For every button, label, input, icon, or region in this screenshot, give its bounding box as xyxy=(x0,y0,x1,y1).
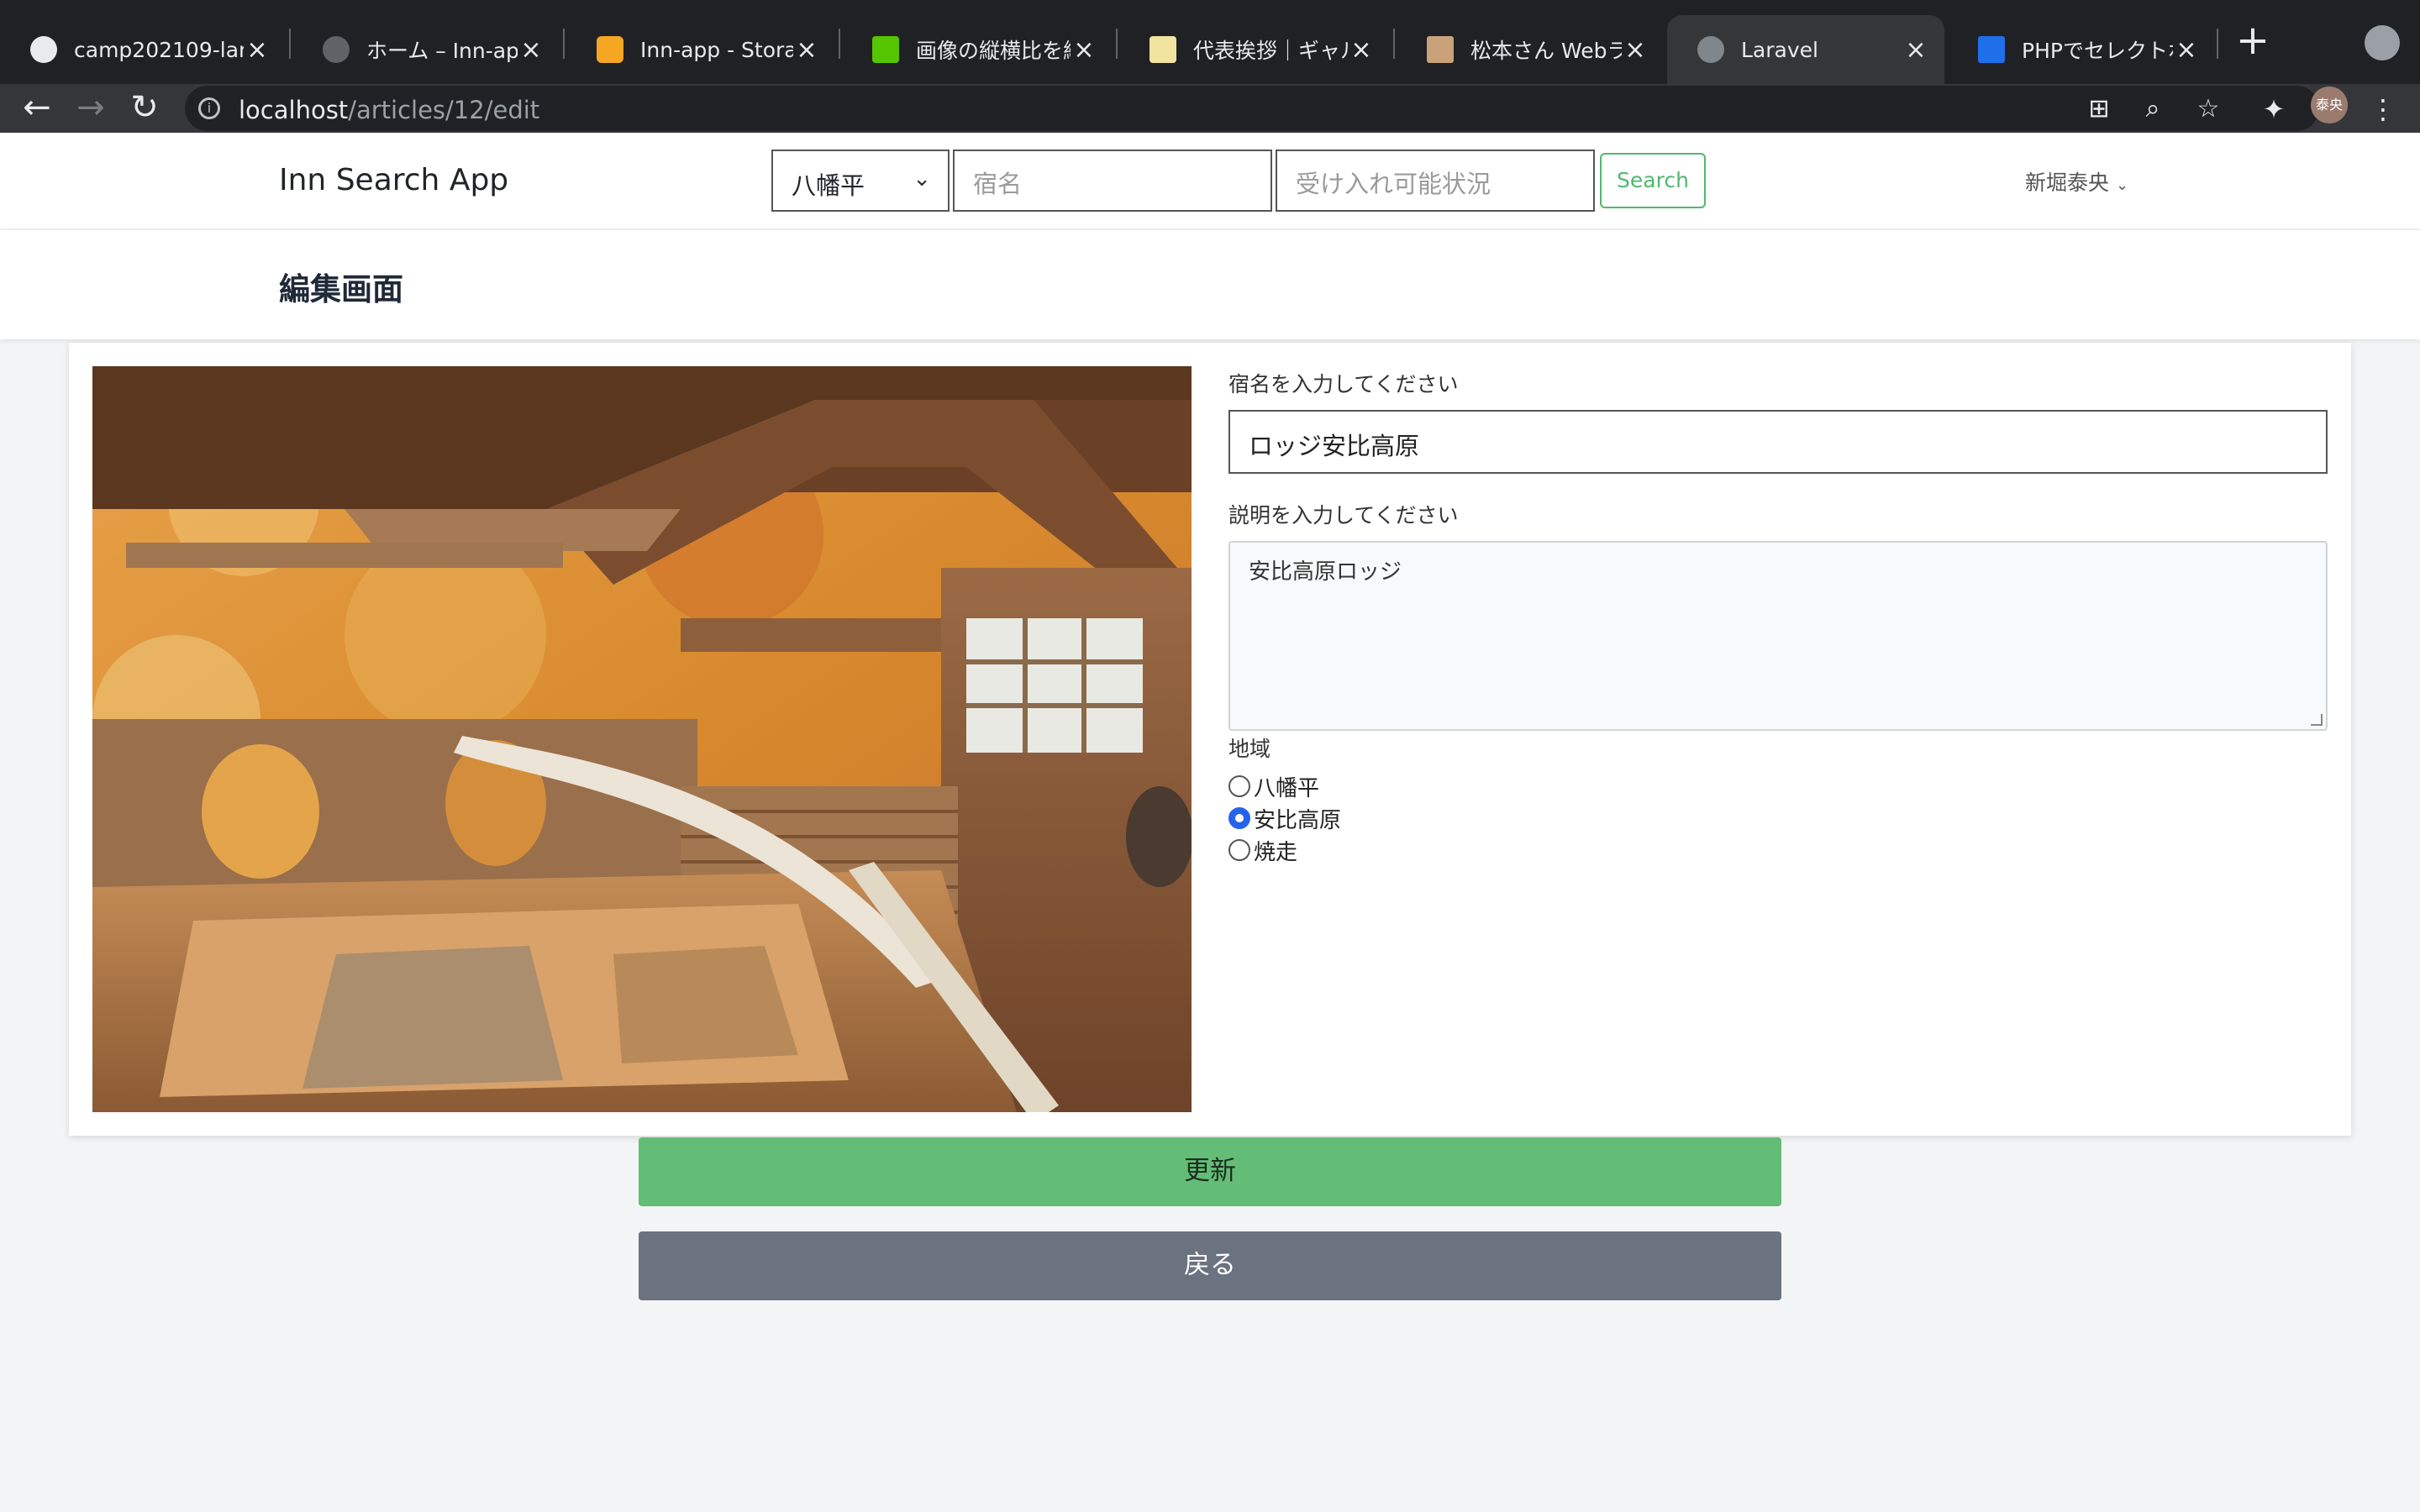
name-input-value: ロッジ安比高原 xyxy=(1249,432,1420,460)
tab-label: 代表挨拶｜ギャルド xyxy=(1193,39,1348,63)
extensions-icon[interactable]: ✦ xyxy=(2259,94,2289,124)
search-button[interactable]: Search xyxy=(1600,153,1706,208)
tab-6-active[interactable]: Laravel × xyxy=(1667,15,1944,84)
description-textarea[interactable]: 安比高原ロッジ xyxy=(1228,541,2328,731)
close-icon[interactable]: × xyxy=(1622,35,1649,65)
tab-label: 松本さん Webライ xyxy=(1470,39,1622,63)
tab-search-icon[interactable] xyxy=(2365,25,2400,60)
tab-label: camp202109-lara xyxy=(74,37,244,62)
description-value: 安比高原ロッジ xyxy=(1249,559,1402,585)
availability-input[interactable]: 受け入れ可能状況 xyxy=(1276,150,1595,212)
profile-avatar[interactable]: 泰央 xyxy=(2311,87,2348,123)
chevron-down-icon: ⌄ xyxy=(2116,176,2129,194)
inn-photo-image xyxy=(92,366,1192,1112)
close-icon[interactable]: × xyxy=(1348,35,1375,65)
menu-dots-icon[interactable]: ⋮ xyxy=(2368,94,2398,124)
inn-name-input[interactable]: 宿名 xyxy=(953,150,1272,212)
url-text: localhost/articles/12/edit xyxy=(239,96,539,124)
tab-separator xyxy=(1116,29,1118,59)
translate-icon[interactable]: ⊞ xyxy=(2084,94,2114,124)
close-icon[interactable]: × xyxy=(1071,35,1097,65)
page-header: 編集画面 xyxy=(0,230,2420,339)
cloud-icon xyxy=(323,36,350,63)
region-field-label: 地域 xyxy=(1228,737,1271,761)
reload-icon[interactable]: ↻ xyxy=(121,84,168,133)
description-field-label: 説明を入力してください xyxy=(1228,503,1459,528)
region-radio-0[interactable]: 八幡平 xyxy=(1228,771,1319,801)
new-tab-button[interactable]: + xyxy=(2232,17,2274,67)
forward-arrow-icon[interactable]: → xyxy=(67,84,114,133)
tab-separator xyxy=(563,29,565,59)
radio-button-checked[interactable] xyxy=(1228,807,1250,829)
edit-card: 宿名を入力してください ロッジ安比高原 説明を入力してください 安比高原ロッジ … xyxy=(69,343,2351,1136)
tab-2[interactable]: Inn-app - Storage × xyxy=(566,15,835,84)
page-title: 編集画面 xyxy=(279,271,403,307)
name-input[interactable]: ロッジ安比高原 xyxy=(1228,410,2328,474)
tab-7[interactable]: PHPでセレクトボッ × xyxy=(1948,15,2215,84)
brand-link[interactable]: Inn Search App xyxy=(279,163,508,197)
radio-button[interactable] xyxy=(1228,775,1250,797)
url-host: localhost xyxy=(239,96,349,124)
close-icon[interactable]: × xyxy=(1902,35,1929,65)
region-radio-2[interactable]: 焼走 xyxy=(1228,835,1297,865)
chevron-down-icon: ⌄ xyxy=(913,166,931,192)
tab-label: ホーム – Inn-app – xyxy=(366,39,518,63)
tab-0[interactable]: camp202109-lara × xyxy=(0,15,286,84)
browser-toolbar: ← → ↻ i localhost/articles/12/edit ⊞ ⌕ ☆… xyxy=(0,84,2420,133)
site-info-icon[interactable]: i xyxy=(198,97,220,119)
name-field-label: 宿名を入力してください xyxy=(1228,372,1459,396)
close-icon[interactable]: × xyxy=(2173,35,2200,65)
inn-photo xyxy=(92,366,1192,1112)
resize-handle-icon[interactable] xyxy=(2311,714,2323,726)
app-navbar: Inn Search App 八幡平 ⌄ 宿名 受け入れ可能状況 Search … xyxy=(0,133,2420,230)
address-bar[interactable]: i localhost/articles/12/edit ⊞ ⌕ ☆ xyxy=(185,86,2319,131)
globe-icon xyxy=(1697,36,1724,63)
close-icon[interactable]: × xyxy=(518,35,544,65)
region-select-value: 八幡平 xyxy=(792,171,865,200)
tab-label: Inn-app - Storage xyxy=(640,37,793,62)
radio-label: 安比高原 xyxy=(1254,807,1342,833)
user-name: 新堀泰央 xyxy=(2025,171,2110,195)
tab-separator xyxy=(839,29,840,59)
close-icon[interactable]: × xyxy=(793,35,820,65)
region-radio-1[interactable]: 安比高原 xyxy=(1228,803,1341,833)
tab-separator xyxy=(2217,29,2218,59)
code-icon xyxy=(1978,36,2005,63)
region-select[interactable]: 八幡平 ⌄ xyxy=(771,150,950,212)
radio-button[interactable] xyxy=(1228,839,1250,861)
tab-label: PHPでセレクトボッ xyxy=(2022,39,2173,63)
hourglass-icon xyxy=(1427,36,1454,63)
tab-label: Laravel xyxy=(1741,37,1818,62)
tab-1[interactable]: ホーム – Inn-app – × xyxy=(292,15,560,84)
radio-label: 焼走 xyxy=(1254,839,1298,865)
back-arrow-icon[interactable]: ← xyxy=(13,84,60,133)
firebase-icon xyxy=(597,36,623,63)
radio-label: 八幡平 xyxy=(1254,775,1320,801)
github-icon xyxy=(30,36,57,63)
tab-separator xyxy=(1393,29,1395,59)
tab-label: 画像の縦横比を維持 xyxy=(916,39,1071,63)
back-button[interactable]: 戻る xyxy=(639,1231,1781,1300)
user-dropdown[interactable]: 新堀泰央 ⌄ xyxy=(2025,166,2128,197)
tab-5[interactable]: 松本さん Webライ × xyxy=(1397,15,1664,84)
tab-4[interactable]: 代表挨拶｜ギャルド × xyxy=(1119,15,1390,84)
availability-placeholder: 受け入れ可能状況 xyxy=(1296,170,1491,198)
update-button[interactable]: 更新 xyxy=(639,1137,1781,1206)
bookmark-star-icon[interactable]: ☆ xyxy=(2193,94,2223,124)
url-path: /articles/12/edit xyxy=(348,96,540,124)
inn-name-placeholder: 宿名 xyxy=(973,170,1023,198)
tab-separator xyxy=(289,29,291,59)
zoom-icon[interactable]: ⌕ xyxy=(2138,94,2168,124)
close-icon[interactable]: × xyxy=(244,35,271,65)
tab-3[interactable]: 画像の縦横比を維持 × xyxy=(842,15,1113,84)
moon-icon xyxy=(1150,36,1176,63)
browser-tab-strip: camp202109-lara × ホーム – Inn-app – × Inn-… xyxy=(0,0,2420,84)
site-icon xyxy=(872,36,899,63)
